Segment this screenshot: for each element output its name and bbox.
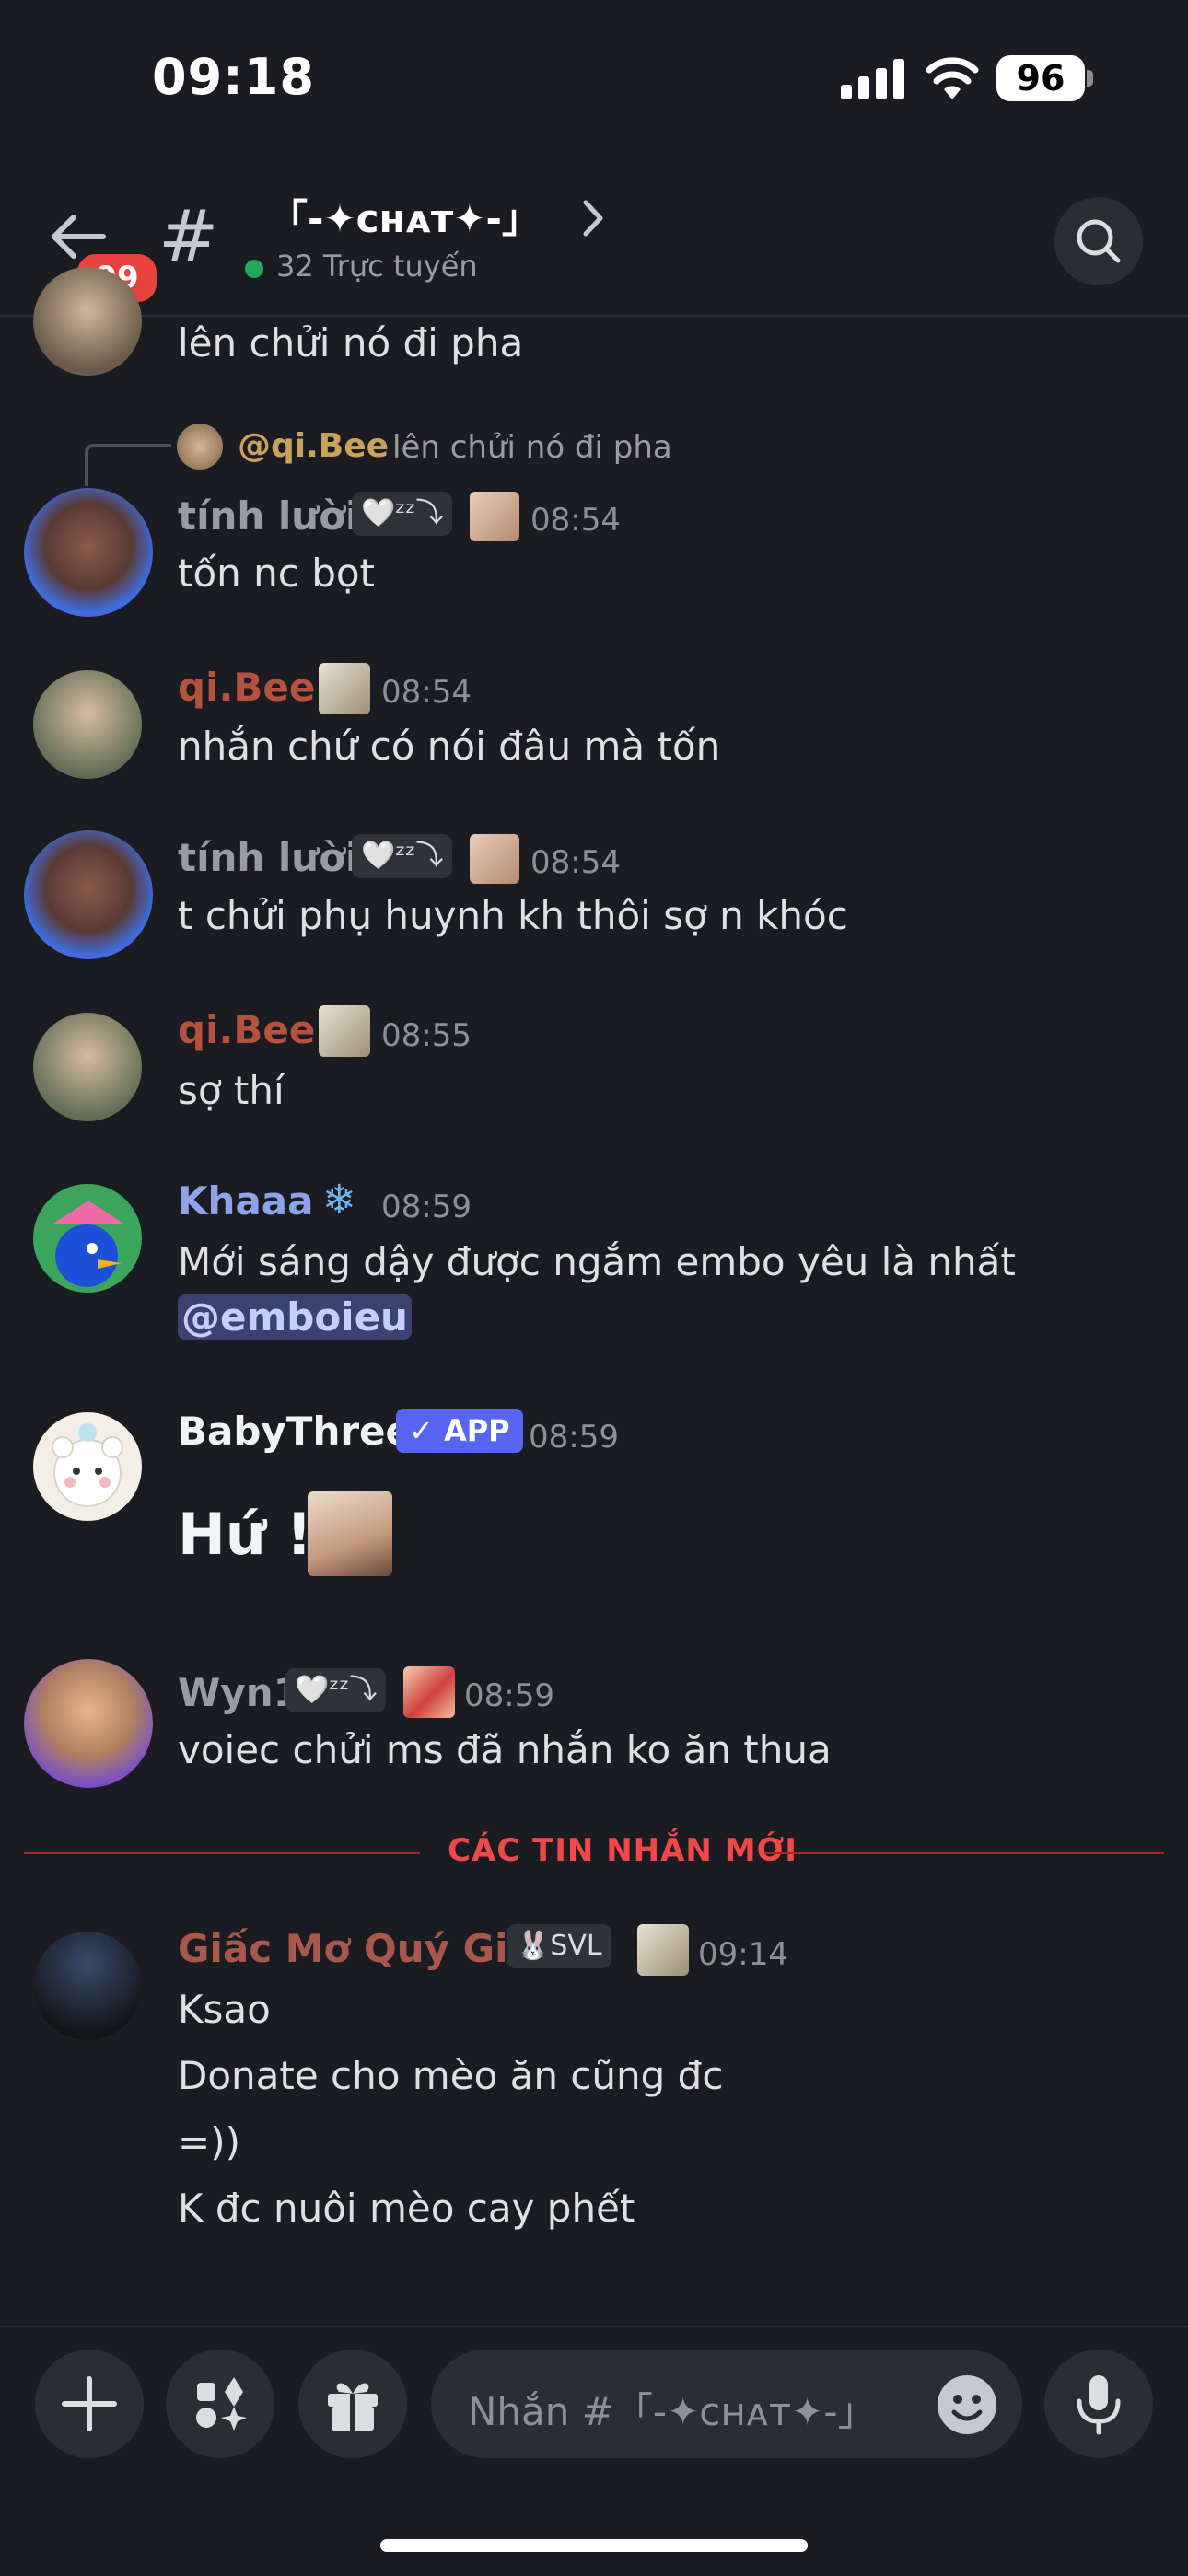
message-text: sợ thí [178,1068,285,1113]
apps-icon [196,2377,247,2431]
timestamp: 08:59 [529,1419,619,1456]
avatar-qibee[interactable] [33,1013,142,1121]
new-messages-line [24,1852,420,1854]
microphone-icon [1077,2375,1121,2435]
search-button[interactable] [1054,197,1143,285]
app-badge: ✓ APP [396,1409,523,1453]
timestamp: 08:55 [381,1017,472,1054]
message-text: t chửi phụ huynh kh thôi sợ n khóc [178,893,848,938]
message-text: Mới sáng dậy được ngắm embo yêu là nhất [178,1239,1016,1284]
user-badge-image [319,1005,370,1057]
reply-avatar [177,424,223,470]
channel-title[interactable]: 「-✦ᴄʜᴀᴛ✦-」 [269,188,541,244]
message-text: lên chửi nó đi pha [178,320,524,366]
voice-message-button[interactable] [1044,2350,1153,2458]
timestamp: 08:59 [464,1677,554,1714]
custom-emoji [308,1491,392,1576]
reply-connector [85,444,171,486]
home-indicator [380,2539,808,2552]
online-status-dot [245,260,263,278]
user-tag: 🤍ᶻᶻ⤵ [285,1668,387,1712]
bear-avatar-icon [52,1423,123,1507]
user-tag: 🤍ᶻᶻ⤵ [352,492,453,536]
online-count: 32 Trực tuyến [276,249,478,284]
message-input-placeholder: Nhắn #「-✦ᴄʜᴀᴛ✦-」 [468,2389,877,2434]
avatar-babythree[interactable] [33,1412,142,1521]
gift-button[interactable] [298,2350,407,2458]
message-text: voiec chửi ms đã nhắn ko ăn thua [178,1727,832,1772]
message-text: nhắn chứ có nói đâu mà tốn [178,724,721,769]
message-text: tốn nc bọt [178,551,376,596]
search-icon [1077,219,1121,263]
duck-avatar-icon [52,1201,125,1287]
reply-mention[interactable]: @qi.Bee [238,427,389,465]
timestamp: 09:14 [698,1936,788,1973]
battery-tip [1087,70,1093,87]
plus-icon [62,2376,117,2431]
emoji-icon[interactable] [936,2373,998,2436]
message-line: Donate cho mèo ăn cũng đc [178,2053,724,2098]
snowflake-icon: ❄ [322,1177,356,1224]
username[interactable]: tính lười [178,835,358,880]
username[interactable]: tính lười [178,493,358,539]
chevron-right-icon[interactable] [575,195,611,241]
avatar-qibee[interactable] [33,267,142,376]
message-text: Hứ ! [178,1501,312,1568]
new-messages-label: CÁC TIN NHẮN MỚI [448,1832,798,1869]
username[interactable]: Khaaa [178,1178,313,1224]
username[interactable]: qi.Bee [178,665,315,710]
status-time: 09:18 [152,48,315,106]
wifi-icon [926,57,979,99]
channel-hash-icon: # [158,196,219,279]
username[interactable]: qi.Bee [178,1007,315,1052]
user-badge-image [470,834,519,884]
message-line: Ksao [178,1987,271,2032]
avatar-wyn1[interactable] [24,1659,153,1788]
avatar-tinh-luoi[interactable] [24,830,153,959]
user-badge-image [319,663,370,714]
battery-indicator: 96 [996,55,1085,101]
user-badge-image [637,1924,689,1976]
cellular-signal-icon [841,59,904,99]
new-messages-line [764,1852,1164,1854]
header-divider [0,315,1188,317]
avatar-khaaa[interactable] [33,1184,142,1293]
user-badge-image [470,492,519,541]
message-line: K đc nuôi mèo cay phết [178,2186,635,2231]
user-tag: 🤍ᶻᶻ⤵ [352,834,453,878]
gift-icon [328,2383,378,2431]
message-line: =)) [178,2119,240,2164]
user-mention[interactable]: @emboieu [178,1294,412,1340]
timestamp: 08:54 [530,844,621,881]
reply-preview[interactable]: lên chửi nó đi pha [392,429,672,466]
timestamp: 08:54 [530,502,621,539]
add-attachment-button[interactable] [35,2350,144,2458]
avatar-qibee[interactable] [33,670,142,779]
apps-button[interactable] [166,2350,274,2458]
user-tag: 🐰SVL [507,1924,611,1968]
username[interactable]: Wyn1 [178,1670,300,1715]
username[interactable]: BabyThree [178,1409,412,1454]
timestamp: 08:54 [381,674,472,711]
avatar-tinh-luoi[interactable] [24,488,153,617]
user-badge-image [403,1666,455,1718]
avatar-giac-mo-quy-gia[interactable] [33,1932,142,2040]
username[interactable]: Giấc Mơ Quý Giá [178,1926,534,1971]
timestamp: 08:59 [381,1189,472,1225]
